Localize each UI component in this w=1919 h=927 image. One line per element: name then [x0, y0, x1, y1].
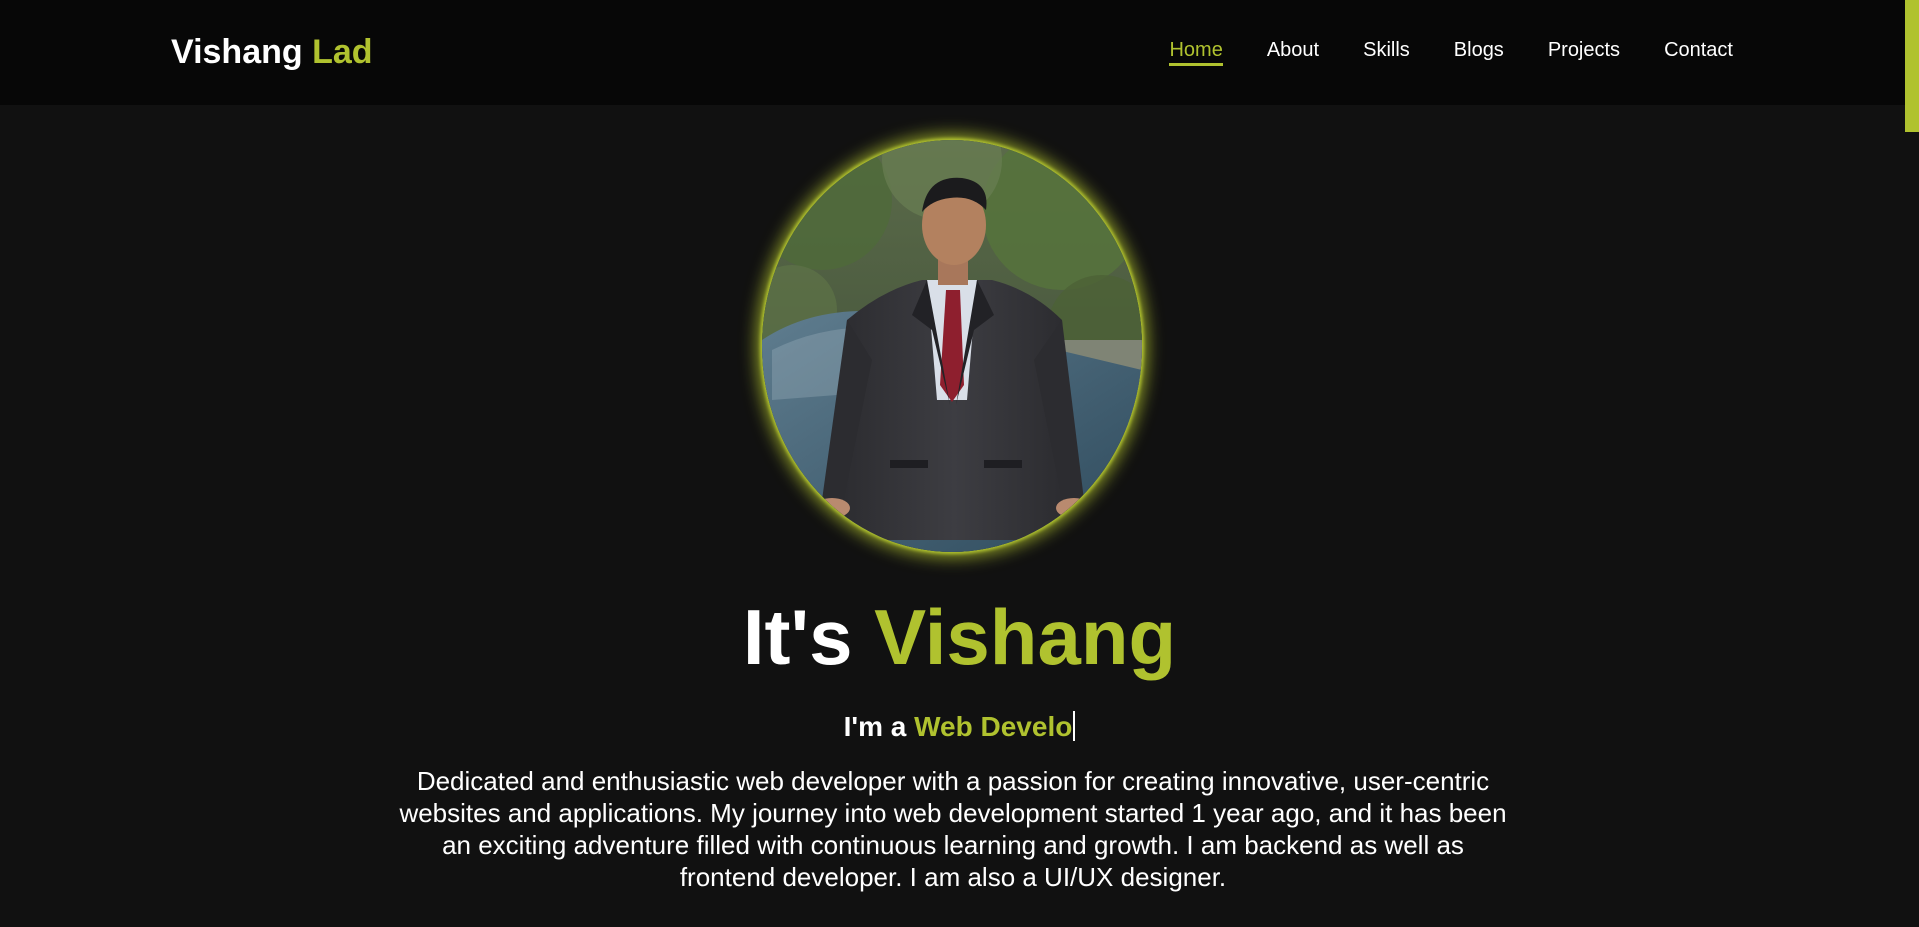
nav-home[interactable]: Home [1169, 37, 1223, 66]
nav-contact[interactable]: Contact [1664, 37, 1733, 66]
nav-about[interactable]: About [1267, 37, 1319, 66]
scrollbar-thumb[interactable] [1905, 0, 1919, 132]
hero-title-prefix: It's [742, 593, 853, 681]
nav-skills[interactable]: Skills [1363, 37, 1410, 66]
nav-links: Home About Skills Blogs Projects Contact [1125, 37, 1733, 66]
hero-title-name: Vishang [874, 593, 1177, 681]
brand-first-name: Vishang [171, 33, 303, 71]
bio-paragraph: Dedicated and enthusiastic web developer… [399, 766, 1507, 892]
role-typewriter: I'm a Web Develo [0, 710, 1919, 744]
navbar: Vishang Lad Home About Skills Blogs Proj… [0, 0, 1919, 105]
typing-cursor [1073, 711, 1076, 741]
brand-last-name: Lad [312, 33, 373, 71]
profile-photo-illustration [762, 140, 1142, 552]
nav-blogs[interactable]: Blogs [1454, 37, 1504, 66]
brand-logo[interactable]: Vishang Lad [171, 30, 373, 74]
role-typed-text: Web Develo [914, 711, 1073, 742]
hero-title: It's Vishang [0, 592, 1919, 682]
role-prefix: I'm a [843, 711, 907, 742]
profile-photo [762, 140, 1142, 552]
nav-projects[interactable]: Projects [1548, 37, 1620, 66]
